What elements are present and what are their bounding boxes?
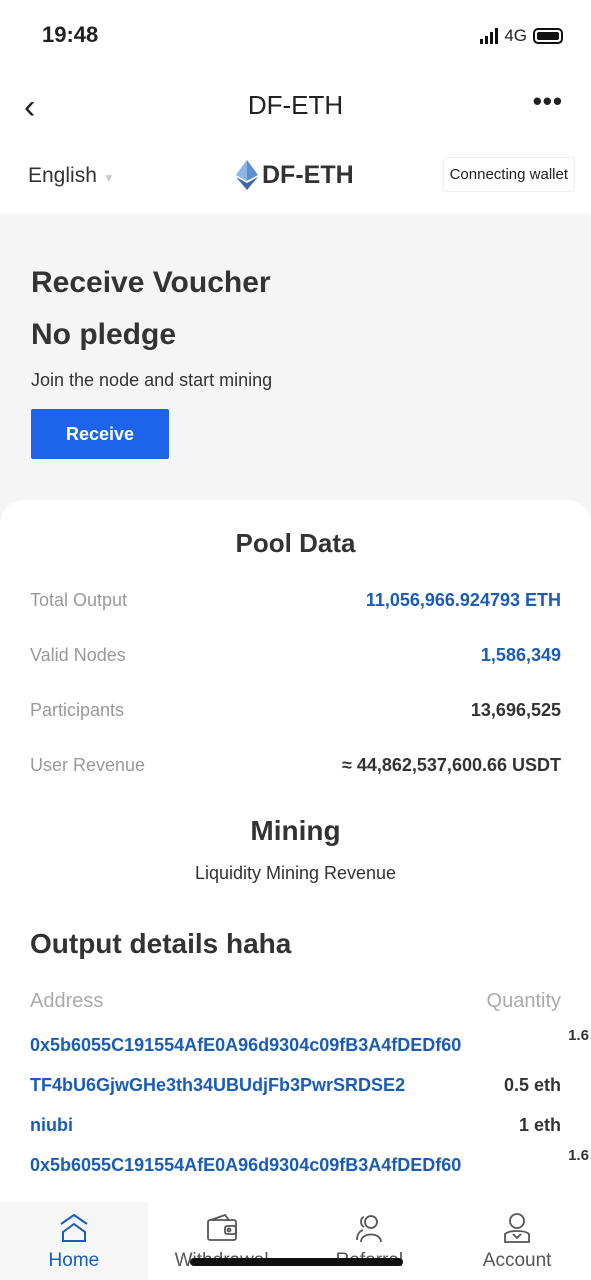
status-bar: 19:48 4G — [0, 0, 591, 70]
app-header: English ▼ DF-ETH Connecting wallet — [0, 140, 591, 214]
row-label: Participants — [30, 700, 125, 720]
pool-row: Valid Nodes 1,586,349 — [0, 628, 591, 683]
pool-rows: Total Output 11,056,966.924793 ETH Valid … — [0, 573, 591, 793]
language-select[interactable]: English ▼ — [28, 164, 115, 188]
output-header: Address Quantity — [0, 990, 591, 1013]
row-label: User Revenue — [30, 755, 146, 775]
output-address: 0x5b6055C191554AfE0A96d9304c09fB3A4fDEDf… — [30, 1034, 462, 1055]
status-time: 19:48 — [42, 22, 99, 47]
pool-title: Pool Data — [235, 528, 356, 558]
output-quantity: 1.6 — [568, 1147, 589, 1164]
nav-title: DF-ETH — [247, 90, 344, 120]
pool-row: Total Output 11,056,966.924793 ETH — [0, 573, 591, 628]
pool-card: Pool Data Total Output 11,056,966.924793 … — [0, 500, 591, 1202]
user-icon — [504, 1213, 531, 1243]
output-quantity: 1 eth — [518, 1114, 561, 1135]
tab-home[interactable]: Home — [0, 1202, 148, 1280]
pool-row: Participants 13,696,525 — [0, 683, 591, 738]
tab-label: Home — [48, 1250, 100, 1271]
brand-logo: DF-ETH — [236, 160, 354, 190]
col-quantity: Quantity — [486, 990, 561, 1012]
output-address: niubi — [30, 1114, 73, 1135]
output-title: Output details haha — [30, 928, 292, 959]
row-label: Total Output — [30, 590, 128, 610]
chevron-down-icon: ▼ — [102, 171, 115, 185]
output-quantity: 0.5 eth — [503, 1074, 561, 1095]
hero-subtitle: No pledge — [31, 318, 177, 351]
row-value: 11,056,966.924793 ETH — [365, 590, 561, 610]
output-address: 0x5b6055C191554AfE0A96d9304c09fB3A4fDEDf… — [30, 1154, 462, 1175]
home-indicator[interactable] — [190, 1258, 403, 1266]
battery-icon — [533, 28, 563, 44]
mining-title: Mining — [250, 815, 341, 846]
row-value: 1,586,349 — [480, 645, 561, 665]
output-address: TF4bU6GjwGHe3th34UBUdjFb3PwrSRDSE2 — [30, 1074, 406, 1095]
col-address: Address — [30, 990, 104, 1012]
output-row: TF4bU6GjwGHe3th34UBUdjFb3PwrSRDSE2 0.5 et… — [0, 1065, 591, 1105]
output-list: 0x5b6055C191554AfE0A96d9304c09fB3A4fDEDf… — [0, 1025, 591, 1185]
network-label: 4G — [504, 26, 527, 45]
output-row: niubi 1 eth — [0, 1105, 591, 1145]
output-quantity: 1.6 — [568, 1027, 589, 1044]
receive-button[interactable]: Receive — [31, 409, 169, 459]
row-value: 13,696,525 — [470, 700, 561, 720]
row-value: ≈ 44,862,537,600.66 USDT — [341, 755, 561, 775]
tab-referral[interactable]: Referral — [296, 1202, 444, 1280]
users-icon — [356, 1215, 383, 1243]
home-icon — [60, 1213, 88, 1242]
nav-bar: ‹ DF-ETH ••• — [0, 70, 591, 140]
tab-withdrawal[interactable]: Withdrawal — [148, 1202, 296, 1280]
tab-account[interactable]: Account — [443, 1202, 591, 1280]
row-label: Valid Nodes — [30, 645, 126, 665]
brand-name: DF-ETH — [262, 160, 354, 189]
tab-bar: Home Withdrawal Referral Account — [0, 1202, 591, 1280]
connect-wallet-button[interactable]: Connecting wallet — [442, 157, 575, 192]
hero-section: Receive Voucher No pledge Join the node … — [0, 214, 591, 459]
hero-title: Receive Voucher — [31, 266, 271, 299]
tab-label: Account — [482, 1250, 552, 1271]
signal-icon — [480, 28, 499, 44]
output-row: 0x5b6055C191554AfE0A96d9304c09fB3A4fDEDf… — [0, 1025, 591, 1065]
ethereum-icon — [236, 160, 258, 190]
more-icon[interactable]: ••• — [533, 86, 563, 117]
wallet-icon — [206, 1213, 237, 1241]
pool-row: User Revenue ≈ 44,862,537,600.66 USDT — [0, 738, 591, 793]
status-indicators: 4G — [480, 26, 563, 46]
hero-description: Join the node and start mining — [31, 370, 273, 390]
language-label: English — [28, 164, 97, 187]
output-row: 0x5b6055C191554AfE0A96d9304c09fB3A4fDEDf… — [0, 1145, 591, 1185]
mining-subtitle: Liquidity Mining Revenue — [194, 863, 397, 883]
